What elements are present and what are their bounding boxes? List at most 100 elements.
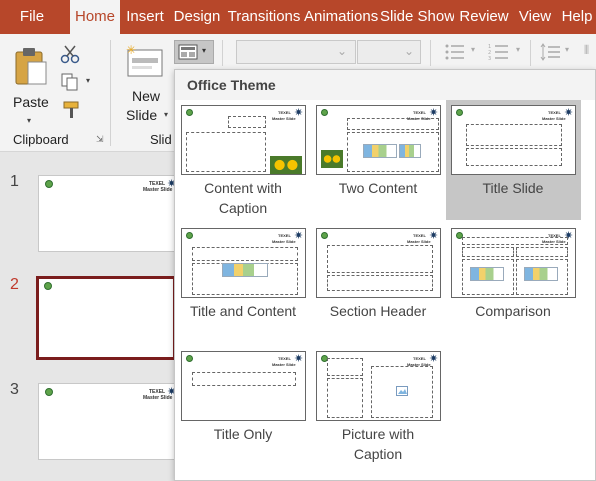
cut-icon[interactable]	[60, 44, 80, 64]
svg-text:3: 3	[488, 56, 491, 61]
thumb-caption-text: Master Slide	[272, 116, 296, 121]
copy-icon[interactable]	[60, 72, 80, 92]
tab-home[interactable]: Home	[70, 0, 120, 34]
new-slide-label-line1: New	[132, 88, 161, 104]
layout-name-line1: Two Content	[338, 180, 418, 196]
numbering-icon[interactable]: 1 2 3	[488, 43, 510, 61]
slide-thumbnail-1[interactable]: TEXEL Master Slide ✷	[38, 175, 178, 252]
font-size-chevron-icon: ⌄	[403, 44, 414, 58]
logo-dot-icon	[45, 388, 53, 396]
layout-two-content[interactable]: TEXEL Master Slide ✷ Two Content	[311, 100, 445, 220]
tab-slide-show[interactable]: Slide Show	[380, 0, 454, 34]
logo-dot-icon	[45, 180, 53, 188]
layout-title-slide[interactable]: TEXEL Master Slide ✷ Title Slide	[446, 100, 581, 220]
thumb-caption-text: Master Slide	[407, 239, 431, 244]
right-heading-placeholder	[516, 247, 568, 257]
tab-insert[interactable]: Insert	[122, 0, 168, 34]
content-icons	[399, 144, 421, 158]
format-painter-icon[interactable]	[62, 100, 82, 120]
group-separator	[110, 40, 111, 146]
thumb-brand-text: TEXEL	[278, 356, 291, 361]
layout-name-line2: Caption	[218, 200, 268, 216]
title-placeholder	[462, 237, 568, 245]
tab-file[interactable]: File	[0, 0, 64, 34]
title-placeholder	[228, 116, 266, 128]
tab-help[interactable]: Help	[558, 0, 596, 34]
layout-section-header[interactable]: TEXEL Master Slide ✷ Section Header	[311, 223, 445, 338]
paste-label: Paste	[13, 94, 49, 110]
layout-thumbnail: TEXEL Master Slide ✷	[316, 105, 441, 175]
layout-name: Title Only	[176, 424, 310, 444]
thumb-caption-text: Master Slide	[272, 239, 296, 244]
tab-review[interactable]: Review	[456, 0, 512, 34]
clipboard-icon	[15, 48, 47, 85]
new-slide-button[interactable]: ✳ New Slide ▾	[118, 40, 174, 126]
new-slide-icon: ✳	[126, 44, 163, 77]
layout-content-with-caption[interactable]: TEXEL Master Slide ✷ Content with Captio…	[176, 100, 310, 220]
layout-name: Two Content	[311, 178, 445, 198]
content-icons	[524, 267, 558, 281]
layout-name-line1: Section Header	[329, 303, 427, 319]
layout-name: Section Header	[311, 301, 445, 321]
bullets-icon[interactable]	[444, 43, 466, 61]
bullets-dropdown-icon[interactable]: ▾	[471, 45, 475, 54]
layout-name: Picture with Caption	[311, 424, 445, 464]
tab-transitions[interactable]: Transitions	[226, 0, 302, 34]
font-size-select[interactable]: ⌄	[357, 40, 421, 64]
text-placeholder	[327, 275, 433, 291]
slide-thumbnail-3[interactable]: TEXEL Master Slide ✷	[38, 383, 178, 460]
layout-thumbnail: TEXEL Master Slide ✷	[181, 105, 306, 175]
group-separator	[430, 40, 431, 66]
content-icons	[222, 263, 268, 277]
copy-dropdown-icon[interactable]: ▾	[86, 76, 90, 85]
columns-icon[interactable]: ⫴	[584, 43, 596, 61]
layout-name-line1: Picture with	[341, 426, 415, 442]
layout-name-line1: Title and Content	[189, 303, 297, 319]
content-icons	[363, 144, 397, 158]
star-logo-icon: ✷	[294, 230, 304, 242]
dialog-launcher-icon[interactable]: ⇲	[96, 134, 104, 145]
sunflower-image-icon	[321, 150, 343, 168]
layout-name: Title and Content	[176, 301, 310, 321]
layout-button[interactable]: ▾	[174, 40, 214, 64]
slide-number-2: 2	[10, 276, 19, 293]
tab-animations[interactable]: Animations	[304, 0, 378, 34]
paste-dropdown-icon: ▾	[27, 116, 32, 125]
slide-thumbnail-2[interactable]	[36, 276, 176, 360]
logo-dot-icon	[186, 232, 193, 239]
layout-title-and-content[interactable]: TEXEL Master Slide ✷ Title and Content	[176, 223, 310, 338]
new-slide-label-line2: Slide	[126, 107, 158, 123]
numbering-dropdown-icon[interactable]: ▾	[516, 45, 520, 54]
ribbon-tab-bar: File Home Insert Design Transitions Anim…	[0, 0, 596, 34]
title-placeholder	[327, 358, 363, 376]
font-name-select[interactable]: ⌄	[236, 40, 356, 64]
title-placeholder	[192, 372, 296, 386]
layout-thumbnail: TEXEL Master Slide ✷	[316, 228, 441, 298]
layout-picture-with-caption[interactable]: TEXEL Master Slide ✷ Picture with Captio…	[311, 346, 445, 466]
new-slide-dropdown-icon: ▾	[164, 110, 169, 119]
paste-button[interactable]: Paste ▾	[8, 42, 54, 125]
thumb-caption-text: Master Slide	[272, 362, 296, 367]
tab-view[interactable]: View	[514, 0, 556, 34]
thumb-brand-text: TEXEL	[278, 233, 291, 238]
layout-gallery-dropdown: Office Theme TEXEL Master Slide ✷ Conten…	[174, 69, 596, 481]
layout-name: Title Slide	[446, 178, 580, 198]
picture-icon	[396, 386, 408, 396]
star-logo-icon: ✷	[429, 230, 439, 242]
logo-dot-icon	[186, 109, 193, 116]
thumb-caption-text: Master Slide	[542, 116, 566, 121]
layout-name: Content with Caption	[176, 178, 310, 218]
layout-name-line1: Title Only	[213, 426, 273, 442]
clipboard-group-label: Clipboard	[13, 132, 69, 147]
layout-name-line2: Caption	[353, 446, 403, 462]
layout-thumbnail: TEXEL Master Slide ✷	[316, 351, 441, 421]
content-icons	[470, 267, 504, 281]
layout-title-only[interactable]: TEXEL Master Slide ✷ Title Only	[176, 346, 310, 466]
line-spacing-icon[interactable]	[540, 43, 562, 61]
layout-dropdown-icon: ▾	[202, 46, 207, 55]
tab-design[interactable]: Design	[170, 0, 224, 34]
thumb-brand-text: TEXEL	[413, 356, 426, 361]
layout-name-line1: Content with	[204, 180, 282, 196]
layout-comparison[interactable]: TEXEL Master Slide ✷ Comparison	[446, 223, 580, 338]
line-spacing-dropdown-icon[interactable]: ▾	[565, 45, 569, 54]
